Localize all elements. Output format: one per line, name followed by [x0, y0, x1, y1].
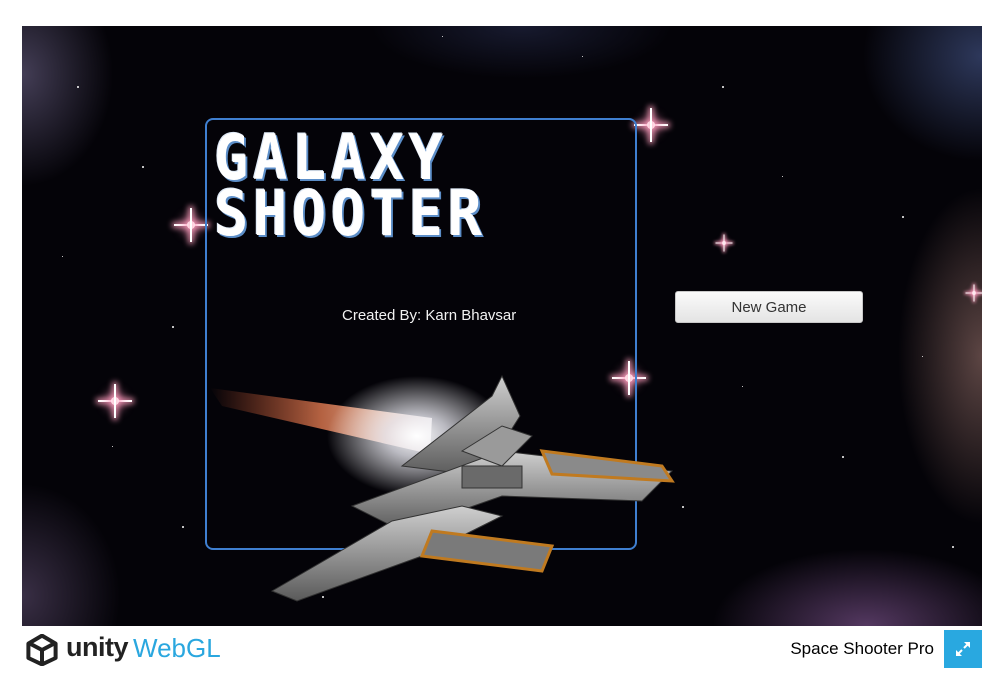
sparkle-star — [634, 108, 668, 142]
sparkle-star — [966, 285, 983, 302]
sparkle-star — [716, 235, 733, 252]
webgl-footer: unity WebGL Space Shooter Pro — [0, 626, 1001, 699]
unity-logo-text: unity — [66, 632, 129, 662]
credit-text: Created By: Karn Bhavsar — [342, 307, 517, 324]
game-name: Space Shooter Pro — [790, 639, 934, 658]
spaceship-image — [210, 374, 675, 602]
fullscreen-button[interactable] — [944, 630, 982, 668]
game-title: GALAXY SHOOTER — [214, 127, 487, 250]
unity-logo-icon — [26, 634, 58, 666]
sparkle-star — [174, 208, 208, 242]
webgl-logo-text: WebGL — [133, 633, 221, 663]
new-game-button[interactable]: New Game — [675, 291, 863, 323]
title-line-2: SHOOTER — [214, 177, 487, 250]
fullscreen-icon — [956, 642, 970, 656]
game-canvas[interactable]: GALAXY SHOOTER Created By: Karn Bhavsar … — [22, 26, 982, 626]
sparkle-star — [98, 384, 132, 418]
